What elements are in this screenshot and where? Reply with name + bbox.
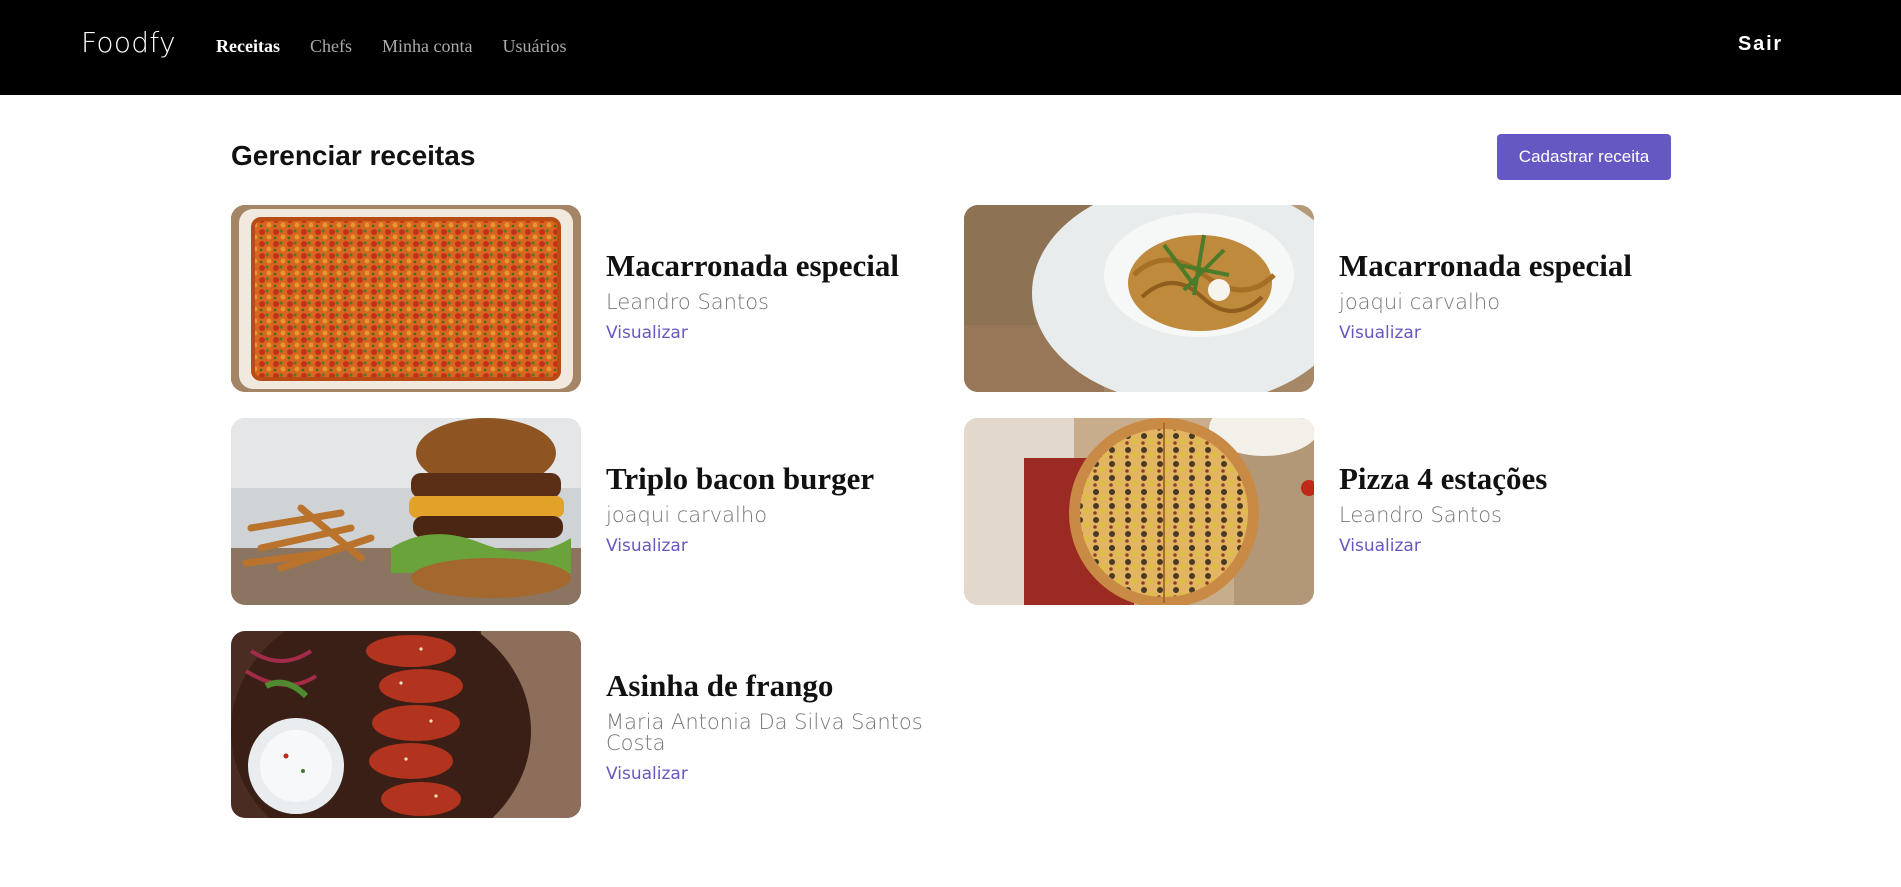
page-title: Gerenciar receitas xyxy=(231,140,476,171)
recipe-image-pizza[interactable] xyxy=(964,418,1314,605)
spaghetti-plate-photo xyxy=(964,205,1314,392)
recipe-info: Asinha de frango Maria Antonia Da Silva … xyxy=(606,668,926,785)
recipe-info: Macarronada especial Leandro Santos Visu… xyxy=(606,248,926,344)
logout-link[interactable]: Sair xyxy=(1738,33,1783,56)
view-recipe-link[interactable]: Visualizar xyxy=(606,536,688,556)
top-navbar: Foodfy Receitas Chefs Minha conta Usuári… xyxy=(0,0,1901,95)
recipe-author: Maria Antonia Da Silva Santos Costa xyxy=(606,710,923,755)
baked-pasta-photo xyxy=(231,205,581,392)
recipe-author: joaqui carvalho xyxy=(606,503,768,527)
view-recipe-link[interactable]: Visualizar xyxy=(1339,323,1421,343)
recipe-info: Pizza 4 estações Leandro Santos Visualiz… xyxy=(1339,461,1659,557)
view-recipe-link[interactable]: Visualizar xyxy=(606,323,688,343)
recipe-author: Leandro Santos xyxy=(606,290,769,314)
recipe-image-burger[interactable] xyxy=(231,418,581,605)
view-recipe-link[interactable]: Visualizar xyxy=(606,764,688,784)
recipe-card: Triplo bacon burger joaqui carvalho Visu… xyxy=(231,418,931,606)
recipe-title: Asinha de frango xyxy=(606,668,834,703)
recipe-card: Asinha de frango Maria Antonia Da Silva … xyxy=(231,631,931,819)
add-recipe-button[interactable]: Cadastrar receita xyxy=(1497,134,1671,180)
pizza-photo xyxy=(964,418,1314,605)
recipe-title: Macarronada especial xyxy=(606,248,900,283)
chicken-wings-photo xyxy=(231,631,581,818)
recipe-title: Macarronada especial xyxy=(1339,248,1633,283)
recipe-info: Macarronada especial joaqui carvalho Vis… xyxy=(1339,248,1659,344)
recipe-info: Triplo bacon burger joaqui carvalho Visu… xyxy=(606,461,926,557)
recipe-card: Macarronada especial joaqui carvalho Vis… xyxy=(964,205,1664,393)
recipe-author: joaqui carvalho xyxy=(1339,290,1501,314)
recipe-card: Macarronada especial Leandro Santos Visu… xyxy=(231,205,931,393)
recipe-author: Leandro Santos xyxy=(1339,503,1502,527)
foodfy-logo[interactable]: Foodfy xyxy=(81,26,176,59)
recipe-title: Pizza 4 estações xyxy=(1339,461,1548,496)
nav-link-minha-conta[interactable]: Minha conta xyxy=(382,36,472,57)
recipe-title: Triplo bacon burger xyxy=(606,461,875,496)
recipe-image-chicken-wings[interactable] xyxy=(231,631,581,818)
nav-link-receitas[interactable]: Receitas xyxy=(216,36,280,57)
recipe-card: Pizza 4 estações Leandro Santos Visualiz… xyxy=(964,418,1664,606)
view-recipe-link[interactable]: Visualizar xyxy=(1339,536,1421,556)
recipe-image-baked-pasta[interactable] xyxy=(231,205,581,392)
recipe-image-spaghetti[interactable] xyxy=(964,205,1314,392)
nav-link-chefs[interactable]: Chefs xyxy=(310,36,352,57)
burger-fries-photo xyxy=(231,418,581,605)
main-nav: Receitas Chefs Minha conta Usuários xyxy=(216,36,566,57)
nav-link-usuarios[interactable]: Usuários xyxy=(502,36,566,57)
